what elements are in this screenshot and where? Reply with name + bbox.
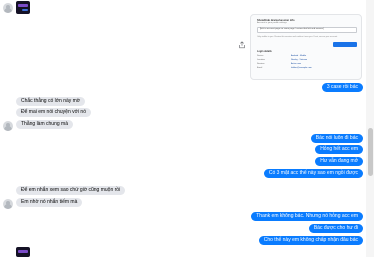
card-row-label: Email (257, 67, 263, 69)
outgoing-message[interactable]: 3 case rồi bác (321, 83, 363, 92)
scrollbar[interactable] (366, 0, 374, 257)
card-row-value: Android · Mobile (291, 55, 307, 57)
outgoing-message[interactable]: Hỏng hết acc em (315, 145, 363, 154)
outgoing-message[interactable]: Thank em không bác. Nhưng nó hỏng acc em (251, 212, 363, 221)
image-content (18, 4, 28, 7)
share-icon[interactable] (238, 41, 246, 49)
outgoing-message[interactable]: Hư vẫn đang mở (315, 157, 363, 166)
image-content (18, 250, 28, 253)
contact-avatar[interactable] (3, 199, 13, 209)
card-section-title: Login details (257, 50, 272, 53)
outgoing-message[interactable]: Có 3 mặt acc thế này sao em ngồi được (263, 169, 363, 178)
shared-screenshot-card[interactable]: Show/hide device/session info Account in… (250, 14, 362, 80)
image-content (22, 9, 28, 11)
card-row-value: hidden@example.com (291, 67, 312, 69)
incoming-message[interactable]: Thằng làm chung mà (16, 120, 73, 129)
shared-image-thumbnail[interactable] (16, 1, 30, 14)
card-button (333, 42, 357, 47)
card-subtitle: Account in your profile settings (257, 22, 287, 24)
outgoing-message[interactable]: Bác nói luôn đi bác (310, 134, 363, 143)
card-row-value: Active now (291, 63, 302, 65)
contact-avatar[interactable] (3, 121, 13, 131)
message-thread[interactable]: Show/hide device/session info Account in… (0, 0, 366, 257)
outgoing-message[interactable]: Bác được cho hư đi (308, 224, 363, 233)
incoming-message[interactable]: Em nhờ nó nhắn tiếm mà (16, 198, 83, 207)
card-row-label: Device (257, 55, 264, 57)
card-row-label: Session (257, 63, 265, 65)
scrollbar-thumb[interactable] (368, 128, 373, 176)
outgoing-message[interactable]: Cho thế này em không chấp nhận đâu bác (258, 236, 363, 245)
card-row-value: Nearby · Vietnam (291, 59, 308, 61)
card-field-text: [link to account page on some page / rev… (260, 28, 324, 30)
incoming-message[interactable]: Để em nhắn xem sao chứ giờ cũng muộn rồi (16, 186, 126, 195)
card-note: Only visible to you. Review this session… (257, 36, 338, 38)
incoming-message[interactable]: Chắc thằng có lớn này mờ (16, 97, 86, 106)
card-row-label: Location (257, 59, 265, 61)
contact-avatar[interactable] (3, 3, 13, 13)
incoming-message[interactable]: Để mai em nói chuyện với nó (16, 108, 91, 117)
shared-image-thumbnail[interactable] (16, 247, 30, 257)
